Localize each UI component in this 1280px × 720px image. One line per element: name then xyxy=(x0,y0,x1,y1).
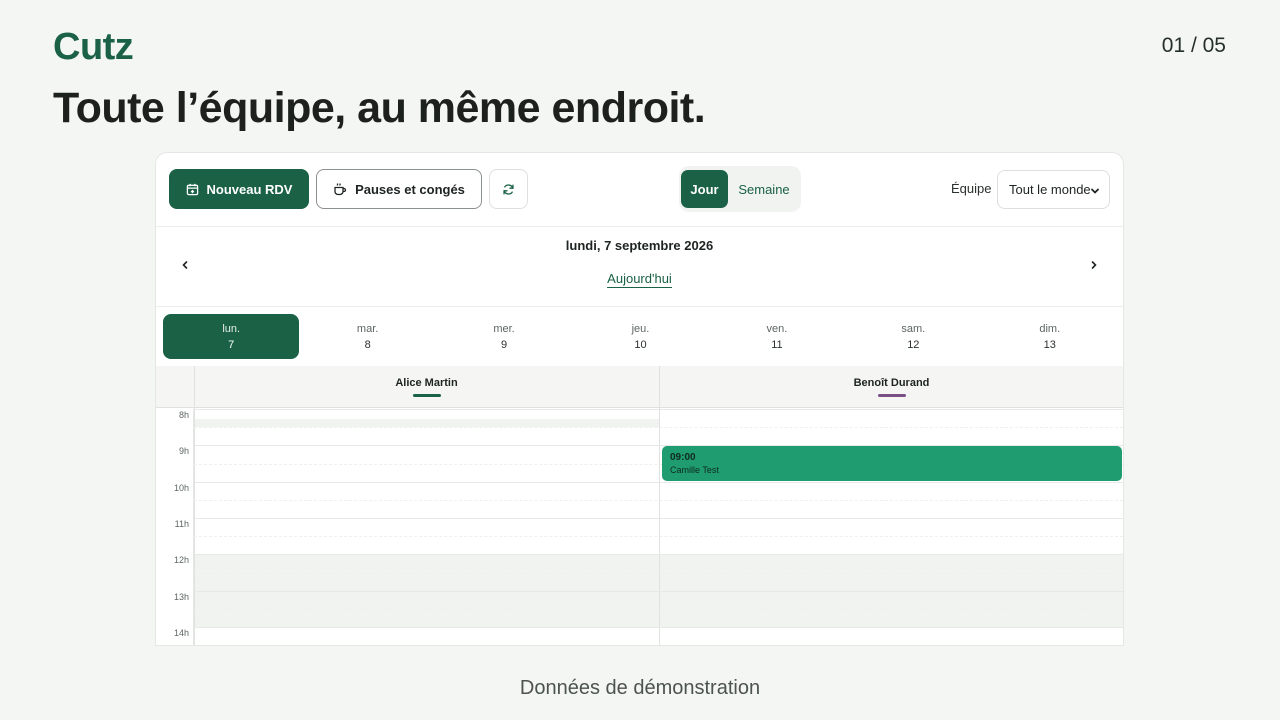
staff-column-alice: Alice Martin xyxy=(194,366,659,408)
day-name: jeu. xyxy=(631,322,650,335)
breaks-leave-label: Pauses et congés xyxy=(355,181,465,197)
day-tab[interactable]: dim. 13 xyxy=(982,314,1118,359)
breaks-leave-button[interactable]: Pauses et congés xyxy=(316,169,482,209)
half-hour-gridline xyxy=(194,609,1123,610)
day-number: 12 xyxy=(907,338,920,351)
view-day-tab[interactable]: Jour xyxy=(681,170,728,208)
new-appointment-label: Nouveau RDV xyxy=(206,181,293,197)
day-tab[interactable]: jeu. 10 xyxy=(572,314,708,359)
page-title: Toute l’équipe, au même endroit. xyxy=(53,84,706,132)
chevron-down-icon xyxy=(1090,184,1100,199)
time-gutter: 8h 9h 10h 11h 12h 13h 14h xyxy=(156,409,194,645)
day-number: 8 xyxy=(364,338,371,351)
hour-label: 8h xyxy=(178,410,189,420)
half-hour-gridline xyxy=(194,427,1123,428)
hour-label: 12h xyxy=(173,555,189,565)
day-name: sam. xyxy=(901,322,926,335)
hour-label: 11h xyxy=(174,519,189,529)
date-navigation: lundi, 7 septembre 2026 Aujourd'hui xyxy=(156,227,1123,307)
coffee-icon xyxy=(333,182,347,196)
day-tab[interactable]: mer. 9 xyxy=(436,314,572,359)
calendar-plus-icon xyxy=(186,183,199,196)
view-switcher: Jour Semaine xyxy=(679,166,801,212)
brand-logo: Cutz xyxy=(53,26,134,68)
unavailable-slot xyxy=(195,419,659,427)
day-tab[interactable]: ven. 11 xyxy=(709,314,845,359)
staff-header: Alice Martin Benoît Durand xyxy=(156,366,1123,408)
team-select-value: Tout le monde xyxy=(1009,182,1091,197)
hour-label: 9h xyxy=(178,446,189,456)
day-tab[interactable]: mar. 8 xyxy=(299,314,435,359)
slide-counter: 01 / 05 xyxy=(1161,34,1226,57)
day-tab[interactable]: sam. 12 xyxy=(845,314,981,359)
team-select[interactable]: Tout le monde xyxy=(997,170,1110,209)
refresh-button[interactable] xyxy=(489,169,528,209)
day-name: mer. xyxy=(493,322,515,335)
day-name: mar. xyxy=(356,322,379,335)
current-date: lundi, 7 septembre 2026 xyxy=(565,238,714,253)
hour-label: 13h xyxy=(173,592,189,602)
day-tab[interactable]: lun. 7 xyxy=(163,314,300,359)
hour-gridline xyxy=(194,518,1123,519)
hour-gridline xyxy=(194,482,1123,483)
staff-name: Alice Martin xyxy=(395,377,458,389)
half-hour-gridline xyxy=(194,536,1123,537)
staff-color-bar xyxy=(412,394,441,397)
hour-label: 10h xyxy=(173,483,189,493)
next-day-button[interactable] xyxy=(1083,255,1105,277)
today-link[interactable]: Aujourd'hui xyxy=(607,271,672,288)
day-name: dim. xyxy=(1039,322,1061,335)
week-day-selector: lun. 7 mar. 8 mer. 9 jeu. 10 ven. 11 sam… xyxy=(163,314,1118,359)
appointment-time: 09:00 xyxy=(670,452,696,463)
hour-gridline xyxy=(194,554,1123,555)
day-name: ven. xyxy=(766,322,788,335)
staff-color-bar xyxy=(877,394,906,397)
toolbar: Nouveau RDV Pauses et congés Jour Semain… xyxy=(156,153,1123,227)
hour-gridline xyxy=(194,627,1123,628)
staff-name: Benoît Durand xyxy=(853,377,930,389)
appointment-card[interactable]: 09:00 Camille Test xyxy=(662,446,1122,481)
schedule-grid: 8h 9h 10h 11h 12h 13h 14h 09:00 Camille … xyxy=(156,409,1123,646)
team-label: Équipe xyxy=(951,181,992,196)
hour-label: 14h xyxy=(173,628,189,638)
demo-data-note: Données de démonstration xyxy=(519,677,761,699)
day-number: 11 xyxy=(771,338,783,351)
day-number: 9 xyxy=(500,338,508,351)
half-hour-gridline xyxy=(194,500,1123,501)
day-number: 13 xyxy=(1043,338,1056,351)
hour-gridline xyxy=(194,409,1123,410)
day-name: lun. xyxy=(222,322,241,335)
chevron-right-icon xyxy=(1089,257,1099,275)
half-hour-gridline xyxy=(194,573,1123,574)
new-appointment-button[interactable]: Nouveau RDV xyxy=(169,169,309,209)
view-week-tab[interactable]: Semaine xyxy=(731,170,797,208)
day-number: 10 xyxy=(634,338,647,351)
appointment-client: Camille Test xyxy=(670,465,719,475)
hour-gridline xyxy=(194,591,1123,592)
half-hour-gridline xyxy=(194,645,1123,646)
staff-column-benoit: Benoît Durand xyxy=(659,366,1123,408)
refresh-icon xyxy=(502,183,515,196)
day-number: 7 xyxy=(228,338,235,351)
calendar-app: Nouveau RDV Pauses et congés Jour Semain… xyxy=(155,152,1124,646)
